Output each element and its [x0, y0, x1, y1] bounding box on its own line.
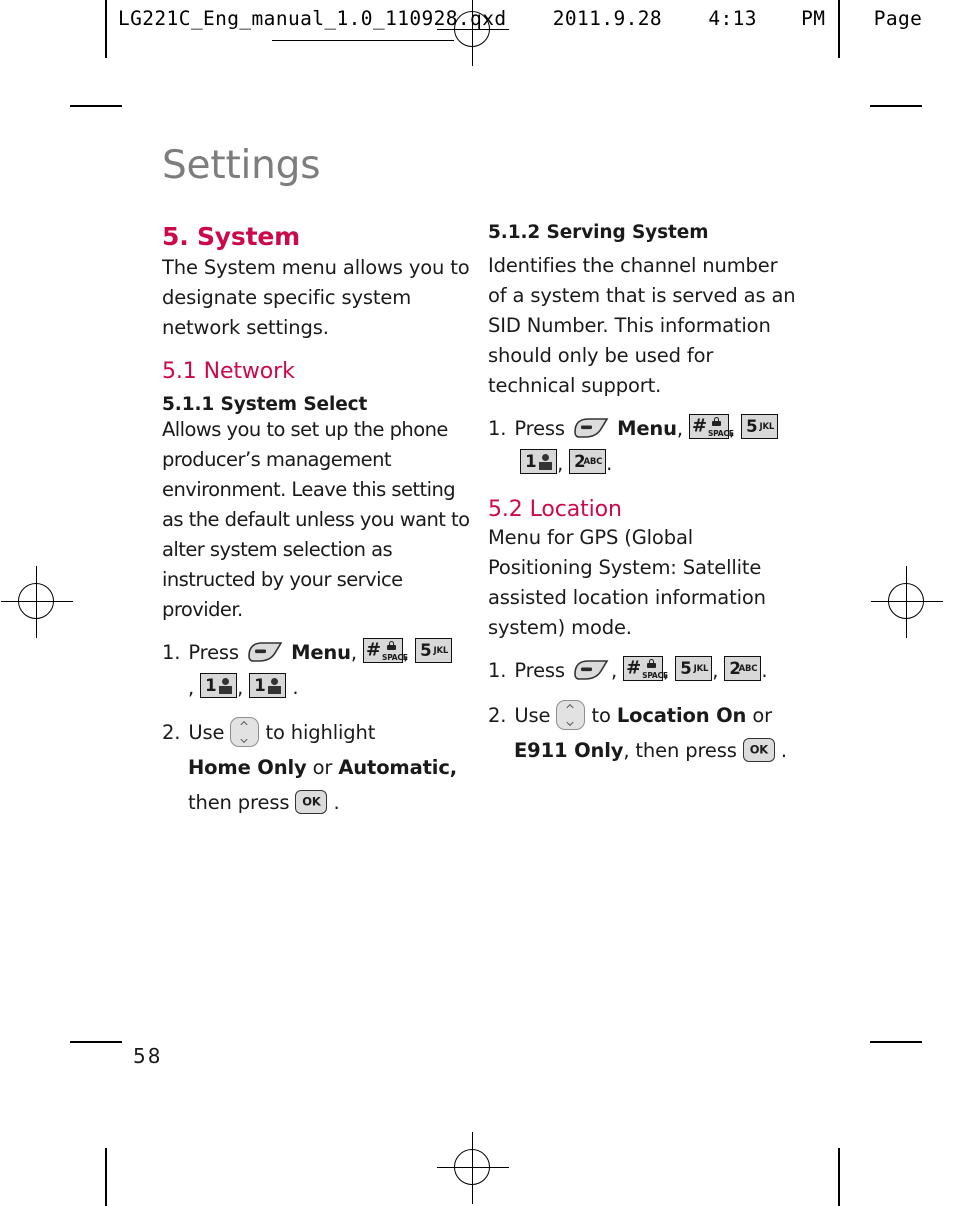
step-verb: Press: [514, 417, 565, 440]
period-2: .: [333, 791, 340, 814]
step-mid-text: to: [591, 704, 611, 727]
chevron-down-icon: [241, 737, 248, 741]
key-5-icon[interactable]: 5 JKL: [741, 414, 779, 439]
trim-rule-bottom-left: [105, 1148, 107, 1206]
option-automatic: Automatic,: [338, 756, 457, 779]
key-1-icon[interactable]: 1: [520, 449, 558, 474]
header-ampm: PM: [801, 7, 826, 30]
crop-mark-top-right: [870, 105, 922, 107]
page-title: Settings: [162, 143, 321, 188]
comma-4: ,: [237, 676, 244, 699]
navigation-key-icon[interactable]: [230, 717, 260, 747]
trim-rule-top-left: [105, 0, 107, 58]
key-1-icon-a[interactable]: 1: [200, 673, 238, 698]
key-1-icon-b[interactable]: 1: [249, 673, 287, 698]
conjunction-or: or: [752, 704, 772, 727]
conjunction-or: or: [312, 756, 333, 779]
prepress-header: LG221C_Eng_manual_1.0_110928.qxd 2011.9.…: [118, 7, 922, 30]
option-e911-only: E911 Only: [514, 739, 624, 762]
period-5: .: [780, 739, 787, 762]
step-number: 2.: [162, 721, 181, 744]
then-press-text: then press: [188, 791, 290, 814]
section-intro-text: The System menu allows you to designate …: [162, 256, 470, 339]
right-column: 5.1.2 Serving System Identifies the chan…: [488, 222, 798, 768]
comma-3: ,: [188, 676, 195, 699]
registration-mark-bottom: [437, 1132, 509, 1204]
step-use-nav-location: 2. Use to Location On or E911 Only, then…: [488, 698, 798, 768]
subsection-heading-location: 5.2 Location: [488, 497, 622, 522]
hash-space-key-icon[interactable]: # SPACE: [688, 414, 734, 439]
crop-mark-bottom-left: [70, 1041, 122, 1043]
topic-heading-serving-system: 5.1.2 Serving System: [488, 222, 709, 243]
section-heading-system: 5. System: [162, 222, 300, 251]
then-press-text: , then press: [623, 739, 737, 762]
subsection-body-location: Menu for GPS (Global Positioning System:…: [488, 526, 766, 639]
step-number: 1.: [162, 641, 181, 664]
period-1: .: [292, 676, 299, 699]
navigation-key-icon[interactable]: [556, 700, 586, 730]
lock-icon: [646, 659, 656, 668]
step-press-location: 1. Press , # SPACE , 5 JKL , 2 ABC .: [488, 656, 768, 682]
voicemail-icon: [539, 453, 553, 470]
step-verb: Press: [188, 641, 239, 664]
step-use-nav-system-select: 2. Use to highlight Home Only or Automat…: [162, 715, 472, 820]
topic-body-serving-system: Identifies the channel number of a syste…: [488, 254, 796, 397]
ok-key-icon[interactable]: OK: [295, 790, 328, 814]
step-press-menu-system-select: 1. Press Menu, # SPACE , 5 JKL , 1 , 1 .: [162, 635, 472, 705]
voicemail-icon: [268, 677, 282, 694]
left-column: 5. System The System menu allows you to …: [162, 222, 472, 820]
step-verb: Use: [188, 721, 225, 744]
step-verb: Use: [514, 704, 551, 727]
header-time: 4:13: [708, 7, 757, 30]
soft-key-icon[interactable]: [571, 416, 611, 440]
subsection-heading-network: 5.1 Network: [162, 359, 295, 384]
option-home-only: Home Only: [188, 756, 307, 779]
header-date: 2011.9.28: [552, 7, 663, 30]
registration-mark-right: [871, 566, 943, 638]
hash-space-key-icon[interactable]: # SPACE: [363, 638, 408, 663]
crop-mark-top-left: [70, 105, 122, 107]
key-5-icon[interactable]: 5 JKL: [675, 656, 713, 681]
page-number: 58: [133, 1044, 163, 1068]
header-filename: LG221C_Eng_manual_1.0_110928.qxd: [118, 7, 507, 30]
topic-heading-system-select: 5.1.1 System Select: [162, 394, 368, 415]
comma-1: ,: [350, 641, 357, 664]
step-number: 2.: [488, 704, 507, 727]
step-mid-text: to highlight: [265, 721, 376, 744]
menu-label: Menu: [617, 417, 677, 440]
chevron-up-icon: [241, 722, 248, 726]
hash-space-key-icon[interactable]: # SPACE: [623, 656, 668, 681]
header-underline-artifact: [272, 40, 454, 42]
crop-mark-bottom-right: [870, 1041, 922, 1043]
key-2-icon[interactable]: 2 ABC: [569, 449, 607, 474]
ok-key-icon[interactable]: OK: [742, 738, 775, 762]
lock-icon: [712, 417, 722, 426]
voicemail-icon: [219, 677, 233, 694]
trim-rule-bottom-right: [838, 1148, 840, 1206]
topic-body-system-select: Allows you to set up the phone producer’…: [162, 418, 470, 621]
lock-icon: [386, 641, 396, 650]
period-4: .: [761, 659, 768, 682]
header-page-word: Page: [873, 7, 923, 30]
registration-mark-left: [1, 566, 73, 638]
soft-key-icon[interactable]: [245, 640, 285, 664]
step-number: 1.: [488, 659, 507, 682]
key-2-icon[interactable]: 2 ABC: [724, 656, 762, 681]
step-press-menu-serving-system: 1. Press Menu, # SPACE , 5 JKL 1 , 2 ABC…: [488, 411, 798, 481]
menu-label: Menu: [291, 641, 351, 664]
chevron-down-icon: [567, 720, 574, 724]
chevron-up-icon: [567, 705, 574, 709]
step-number: 1.: [488, 417, 507, 440]
step-verb: Press: [514, 659, 565, 682]
period-3: .: [606, 452, 613, 475]
soft-key-icon[interactable]: [571, 658, 611, 682]
option-location-on: Location On: [616, 704, 747, 727]
key-5-icon[interactable]: 5 JKL: [415, 638, 453, 663]
